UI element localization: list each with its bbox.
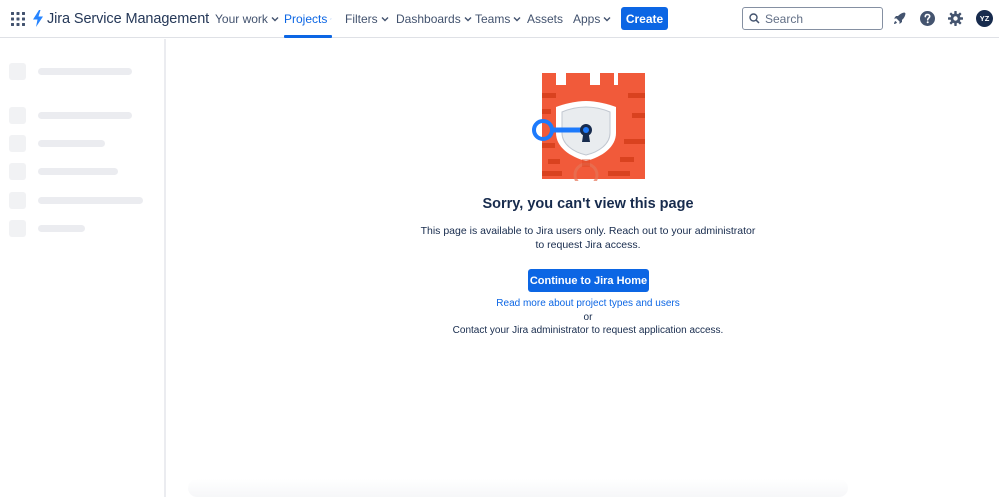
- skeleton-row: [9, 163, 118, 180]
- bottom-shadow: [188, 479, 848, 497]
- read-more-link[interactable]: Read more about project types and users: [168, 298, 999, 309]
- avatar-initials: YZ: [979, 14, 990, 23]
- skeleton-icon: [9, 135, 26, 152]
- chevron-down-icon: [381, 17, 389, 22]
- skeleton-row: [9, 192, 143, 209]
- settings-icon[interactable]: [947, 10, 964, 27]
- nav-teams[interactable]: Teams: [475, 0, 521, 38]
- chevron-down-icon: [271, 17, 279, 22]
- nav-label: Assets: [527, 12, 564, 26]
- nav-assets[interactable]: Assets: [527, 0, 563, 38]
- sidebar-loading-skeleton: [0, 39, 166, 497]
- main-content: Sorry, you can't view this page This pag…: [168, 39, 999, 497]
- top-navigation: Jira Service Management Your work Projec…: [0, 0, 999, 38]
- nav-label: Projects: [284, 12, 328, 26]
- nav-label: Dashboards: [396, 12, 461, 26]
- skeleton-text: [38, 112, 132, 119]
- skeleton-text: [38, 197, 143, 204]
- nav-projects[interactable]: Projects: [284, 0, 332, 38]
- nav-filters[interactable]: Filters: [345, 0, 389, 38]
- nav-dashboards[interactable]: Dashboards: [396, 0, 472, 38]
- skeleton-text: [38, 140, 105, 147]
- skeleton-icon: [9, 192, 26, 209]
- description-line: to request Jira access.: [535, 239, 641, 251]
- app-switcher-icon[interactable]: [11, 12, 25, 26]
- skeleton-row: [9, 63, 132, 80]
- skeleton-text: [38, 168, 118, 175]
- chevron-down-icon: [603, 17, 611, 22]
- chevron-down-icon: [464, 17, 472, 22]
- chevron-down-icon: [513, 17, 521, 22]
- product-name: Jira Service Management: [47, 10, 210, 27]
- user-avatar[interactable]: YZ: [976, 10, 993, 27]
- page-title: Sorry, you can't view this page: [482, 196, 694, 212]
- continue-to-jira-home-button[interactable]: Continue to Jira Home: [528, 269, 649, 292]
- skeleton-row: [9, 135, 105, 152]
- product-logo[interactable]: Jira Service Management: [32, 10, 209, 27]
- skeleton-row: [9, 107, 132, 124]
- skeleton-icon: [9, 220, 26, 237]
- search-icon: [749, 13, 760, 24]
- search-input[interactable]: [765, 11, 875, 26]
- nav-label: Apps: [573, 12, 601, 26]
- notifications-rocket-icon[interactable]: [891, 10, 908, 27]
- nav-label: Teams: [475, 12, 511, 26]
- search-box[interactable]: [742, 7, 883, 30]
- create-button[interactable]: Create: [621, 7, 668, 30]
- nav-label: Filters: [345, 12, 378, 26]
- nav-label: Your work: [215, 12, 268, 26]
- or-separator: or: [583, 312, 593, 323]
- help-icon[interactable]: [919, 10, 936, 27]
- nav-apps[interactable]: Apps: [573, 0, 611, 38]
- locked-castle-illustration: [532, 73, 645, 181]
- skeleton-icon: [9, 63, 26, 80]
- skeleton-text: [38, 68, 132, 75]
- contact-admin-text: Contact your Jira administrator to reque…: [452, 325, 724, 336]
- skeleton-icon: [9, 163, 26, 180]
- access-description: This page is available to Jira users onl…: [418, 224, 758, 252]
- skeleton-row: [9, 220, 85, 237]
- nav-your-work[interactable]: Your work: [215, 0, 279, 38]
- chevron-down-icon: [330, 18, 332, 20]
- description-line: This page is available to Jira users onl…: [420, 225, 756, 237]
- lightning-logo-icon: [33, 10, 43, 27]
- skeleton-text: [38, 225, 85, 232]
- skeleton-icon: [9, 107, 26, 124]
